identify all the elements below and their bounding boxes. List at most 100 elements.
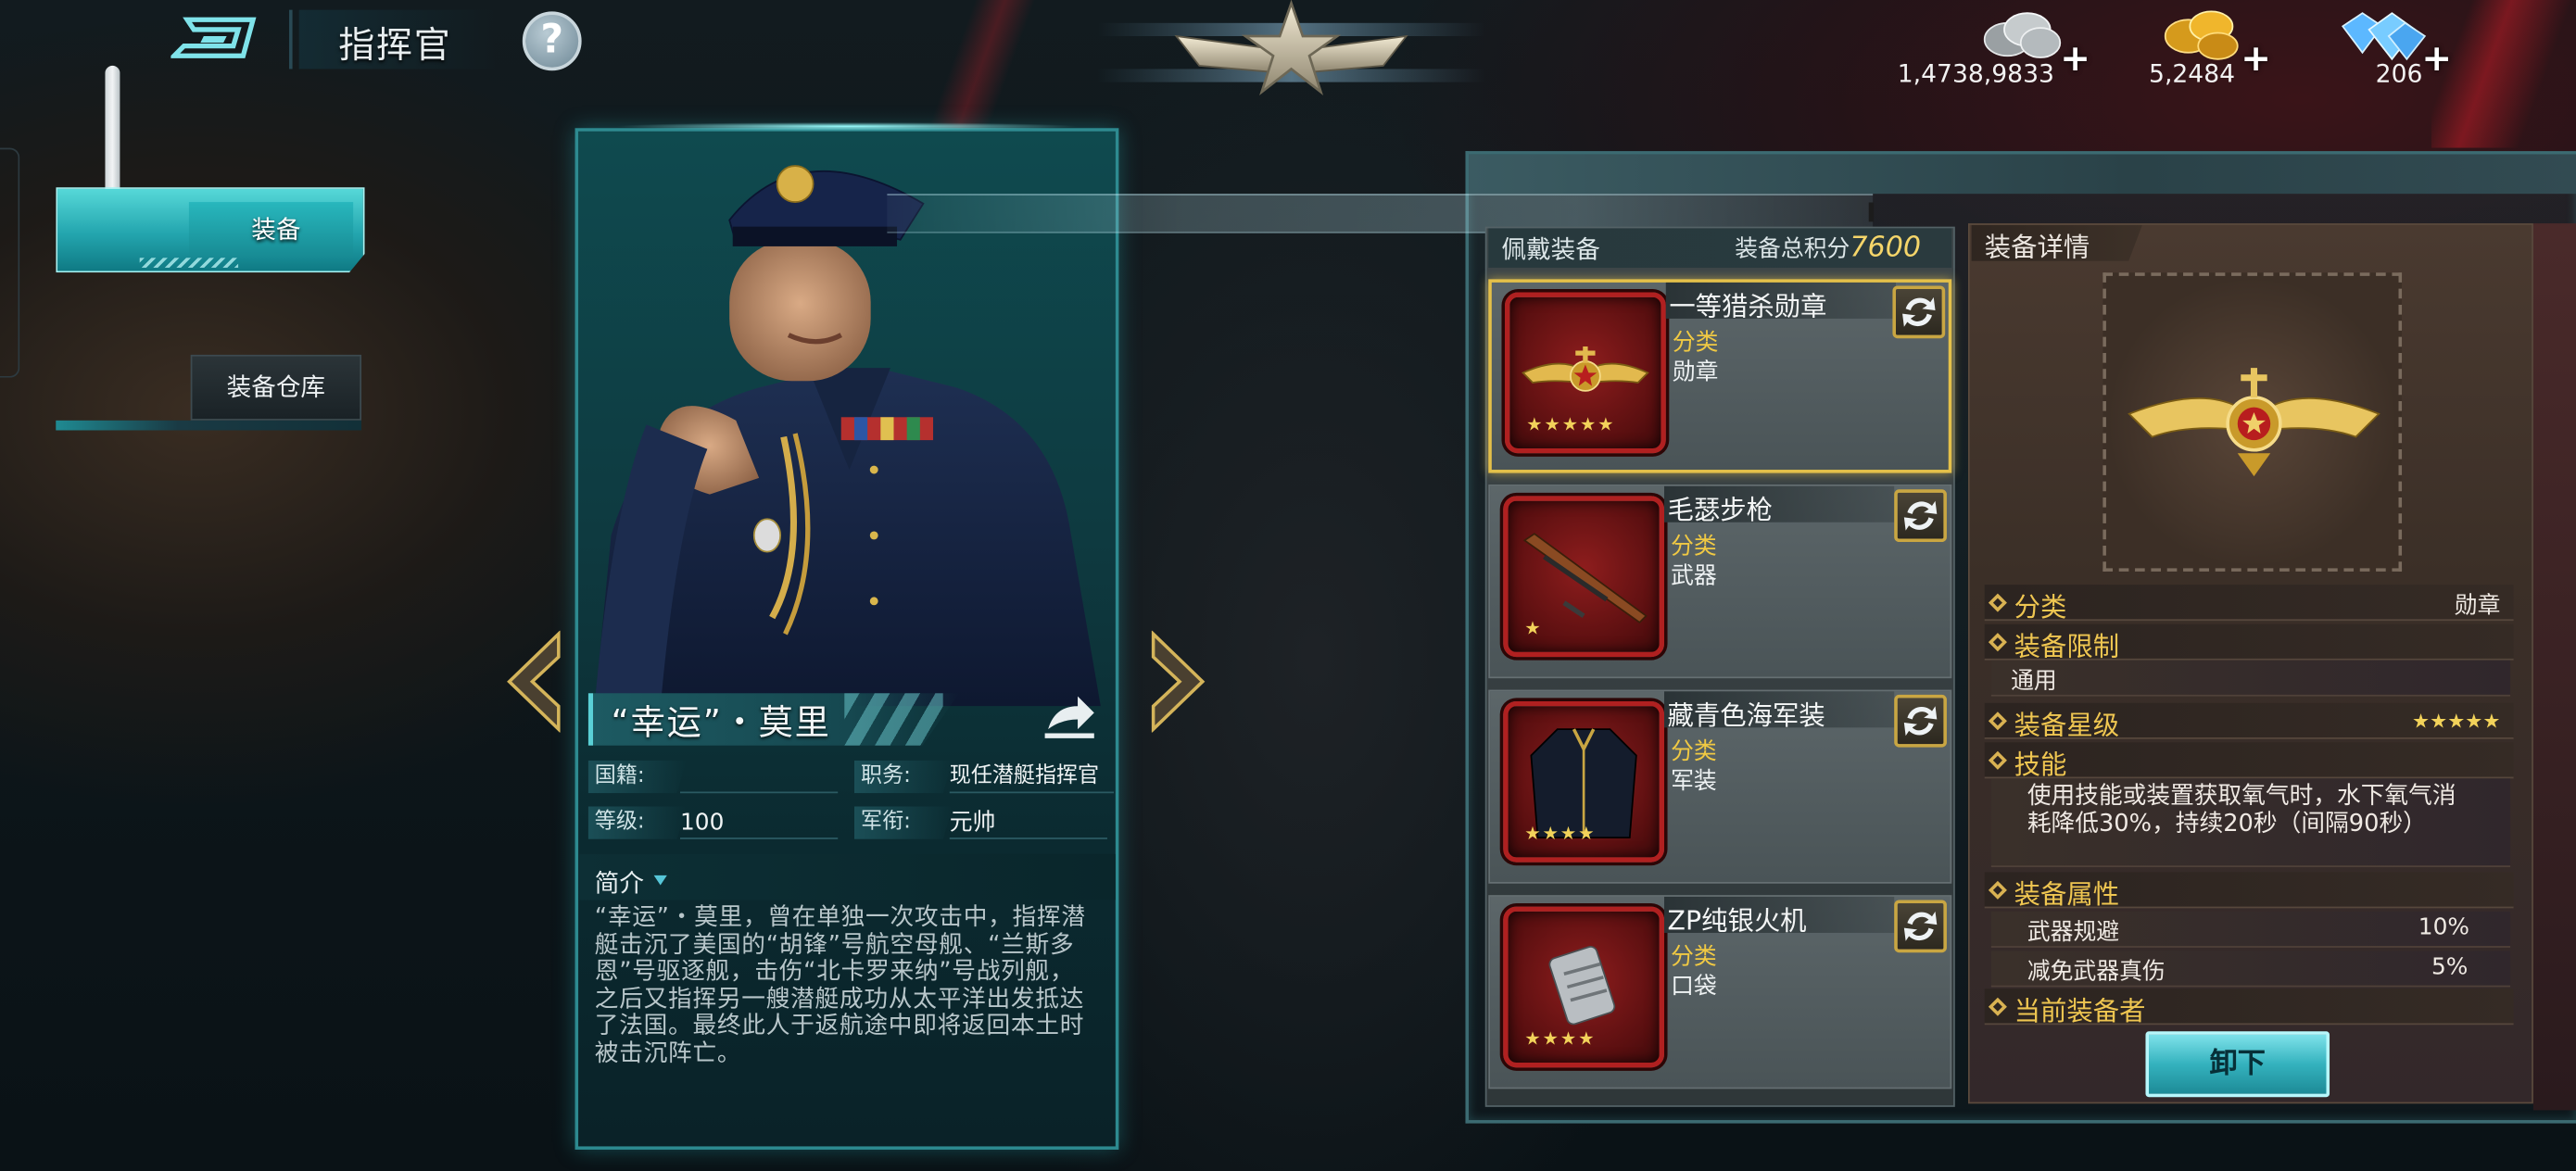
equipped-item[interactable]: ★ 毛瑟步枪 分类 武器 (1488, 484, 1952, 679)
item-name: 藏青色海军装 (1667, 699, 1825, 731)
rank-star-emblem-icon (1097, 0, 1485, 95)
item-stars: ★★★★ (1524, 823, 1597, 845)
star-label: 装备星级 (2014, 709, 2120, 741)
score-value: 7600 (1850, 231, 1922, 265)
panel-edge (2532, 223, 2576, 1111)
next-commander-arrow-icon[interactable] (1143, 630, 1209, 733)
game-logo-icon[interactable] (170, 13, 259, 62)
details-row-limit: 装备限制 (1984, 623, 2514, 662)
gold-currency[interactable]: 5,2484 + (2136, 0, 2284, 98)
text-cursor-icon: I (1866, 196, 1876, 229)
level-value: 100 (680, 806, 839, 839)
commander-name: “幸运”・莫里 (611, 702, 831, 743)
swap-equipment-button[interactable] (1894, 489, 1947, 543)
diamond-amount: 206 (2375, 58, 2423, 89)
silver-currency[interactable]: 1,4738,9833 + (1889, 0, 2090, 98)
holder-label: 当前装备者 (2014, 995, 2146, 1026)
item-thumbnail: ★★★★★ (1505, 292, 1666, 454)
details-row-category: 分类 勋章 (1984, 585, 2514, 623)
diamond-bullet-icon (1988, 711, 2007, 731)
add-gold-button[interactable]: + (2241, 40, 2271, 81)
diamond-bullet-icon (1988, 997, 2007, 1016)
skill-text: 使用技能或装置获取氧气时，水下氧气消耗降低30%，持续20秒（间隔90秒） (2027, 783, 2456, 837)
item-name: 一等猎杀勋章 (1669, 290, 1827, 322)
intro-text: “幸运”・莫里，曾在单独一次攻击中，指挥潜艇击沉了美国的“胡锋”号航空母舰、“兰… (594, 904, 1086, 1067)
item-stars: ★★★★★ (1526, 413, 1616, 435)
item-category-label: 分类 (1671, 738, 1717, 766)
duty-label: 职务: (853, 760, 953, 794)
item-category-label: 分类 (1671, 944, 1717, 971)
level-label: 等级: (587, 806, 688, 839)
item-name: 毛瑟步枪 (1667, 494, 1774, 526)
attribute-name: 减免武器真伤 (2027, 959, 2166, 986)
tab-equipment-warehouse[interactable]: 装备仓库 (56, 348, 362, 431)
swap-equipment-button[interactable] (1894, 900, 1947, 953)
gold-coins-icon (2164, 10, 2239, 60)
tab-equipment[interactable]: 装备 (56, 187, 365, 273)
item-category-value: 勋章 (1672, 359, 1719, 386)
swap-icon (1903, 911, 1938, 941)
tab-warehouse-label: 装备仓库 (226, 372, 326, 403)
equipped-item[interactable]: ★★★★ 藏青色海军装 分类 军装 (1488, 689, 1952, 884)
equipped-title: 佩戴装备 (1501, 234, 1600, 265)
tab-underline (56, 420, 362, 431)
limit-value: 通用 (2011, 668, 2057, 695)
add-diamond-button[interactable]: + (2421, 40, 2452, 81)
silver-coins-icon (1983, 12, 2062, 58)
category-label: 分类 (2014, 591, 2067, 623)
menu-scroll-handle[interactable] (105, 65, 120, 208)
skill-label: 技能 (2014, 749, 2067, 781)
equipped-item[interactable]: ★★★★ ZP纯银火机 分类 口袋 (1488, 895, 1952, 1089)
diamond-bullet-icon (1988, 593, 2007, 612)
tab-stripes (139, 258, 239, 268)
category-value: 勋章 (2454, 592, 2501, 620)
card-top-glow (575, 121, 1119, 132)
previous-commander-arrow-icon[interactable] (503, 630, 569, 733)
swap-icon (1903, 500, 1938, 531)
page-title: 指挥官 (338, 26, 452, 68)
swap-equipment-button[interactable] (1894, 694, 1947, 748)
title-separator (289, 9, 293, 69)
attributes-label: 装备属性 (2014, 878, 2120, 911)
swap-icon (1903, 706, 1938, 737)
swap-icon (1902, 296, 1936, 327)
help-button[interactable]: ? (522, 11, 582, 71)
item-name: ZP纯银火机 (1667, 904, 1807, 937)
diamond-bullet-icon (1988, 633, 2007, 652)
silver-amount: 1,4738,9833 (1897, 58, 2054, 89)
chevron-down-icon[interactable] (653, 875, 667, 886)
details-title: 装备详情 (1984, 231, 2090, 263)
add-silver-button[interactable]: + (2060, 40, 2090, 81)
nationality-label: 国籍: (587, 760, 688, 794)
item-stars: ★★★★ (1524, 1027, 1597, 1050)
details-row-holder: 当前装备者 (1984, 988, 2514, 1026)
details-row-skill: 技能 (1984, 742, 2514, 780)
rank-label: 军衔: (853, 806, 953, 839)
item-category-value: 军装 (1671, 768, 1717, 796)
item-category-label: 分类 (1672, 330, 1719, 357)
details-row-star: 装备星级 ★★★★★ (1984, 702, 2514, 741)
equipment-score: 装备总积分7600 (1735, 232, 1921, 264)
star-value: ★★★★★ (2412, 709, 2501, 733)
swap-equipment-button[interactable] (1892, 285, 1946, 339)
item-category-label: 分类 (1671, 534, 1717, 560)
share-icon[interactable] (1039, 686, 1101, 746)
diamond-currency[interactable]: 206 + (2317, 0, 2465, 98)
equipped-item[interactable]: ★★★★★ 一等猎杀勋章 分类 勋章 (1488, 279, 1952, 473)
limit-row (1990, 660, 2511, 697)
gold-amount: 5,2484 (2149, 58, 2236, 89)
attribute-value: 5% (2431, 953, 2469, 981)
item-category-value: 口袋 (1671, 974, 1717, 1001)
nationality-value (680, 761, 839, 794)
item-thumbnail: ★ (1503, 496, 1664, 658)
attribute-value: 10% (2418, 914, 2469, 941)
intro-title[interactable]: 简介 (595, 865, 644, 900)
attribute-name: 武器规避 (2027, 919, 2120, 947)
unequip-button[interactable]: 卸下 (2145, 1031, 2330, 1098)
item-category-value: 武器 (1671, 563, 1717, 590)
item-thumbnail: ★★★★ (1503, 906, 1664, 1068)
item-stars: ★ (1524, 617, 1543, 639)
equipment-panel-topbar (1469, 154, 2576, 195)
side-edge-frame (0, 147, 20, 378)
limit-label: 装备限制 (2014, 630, 2120, 662)
